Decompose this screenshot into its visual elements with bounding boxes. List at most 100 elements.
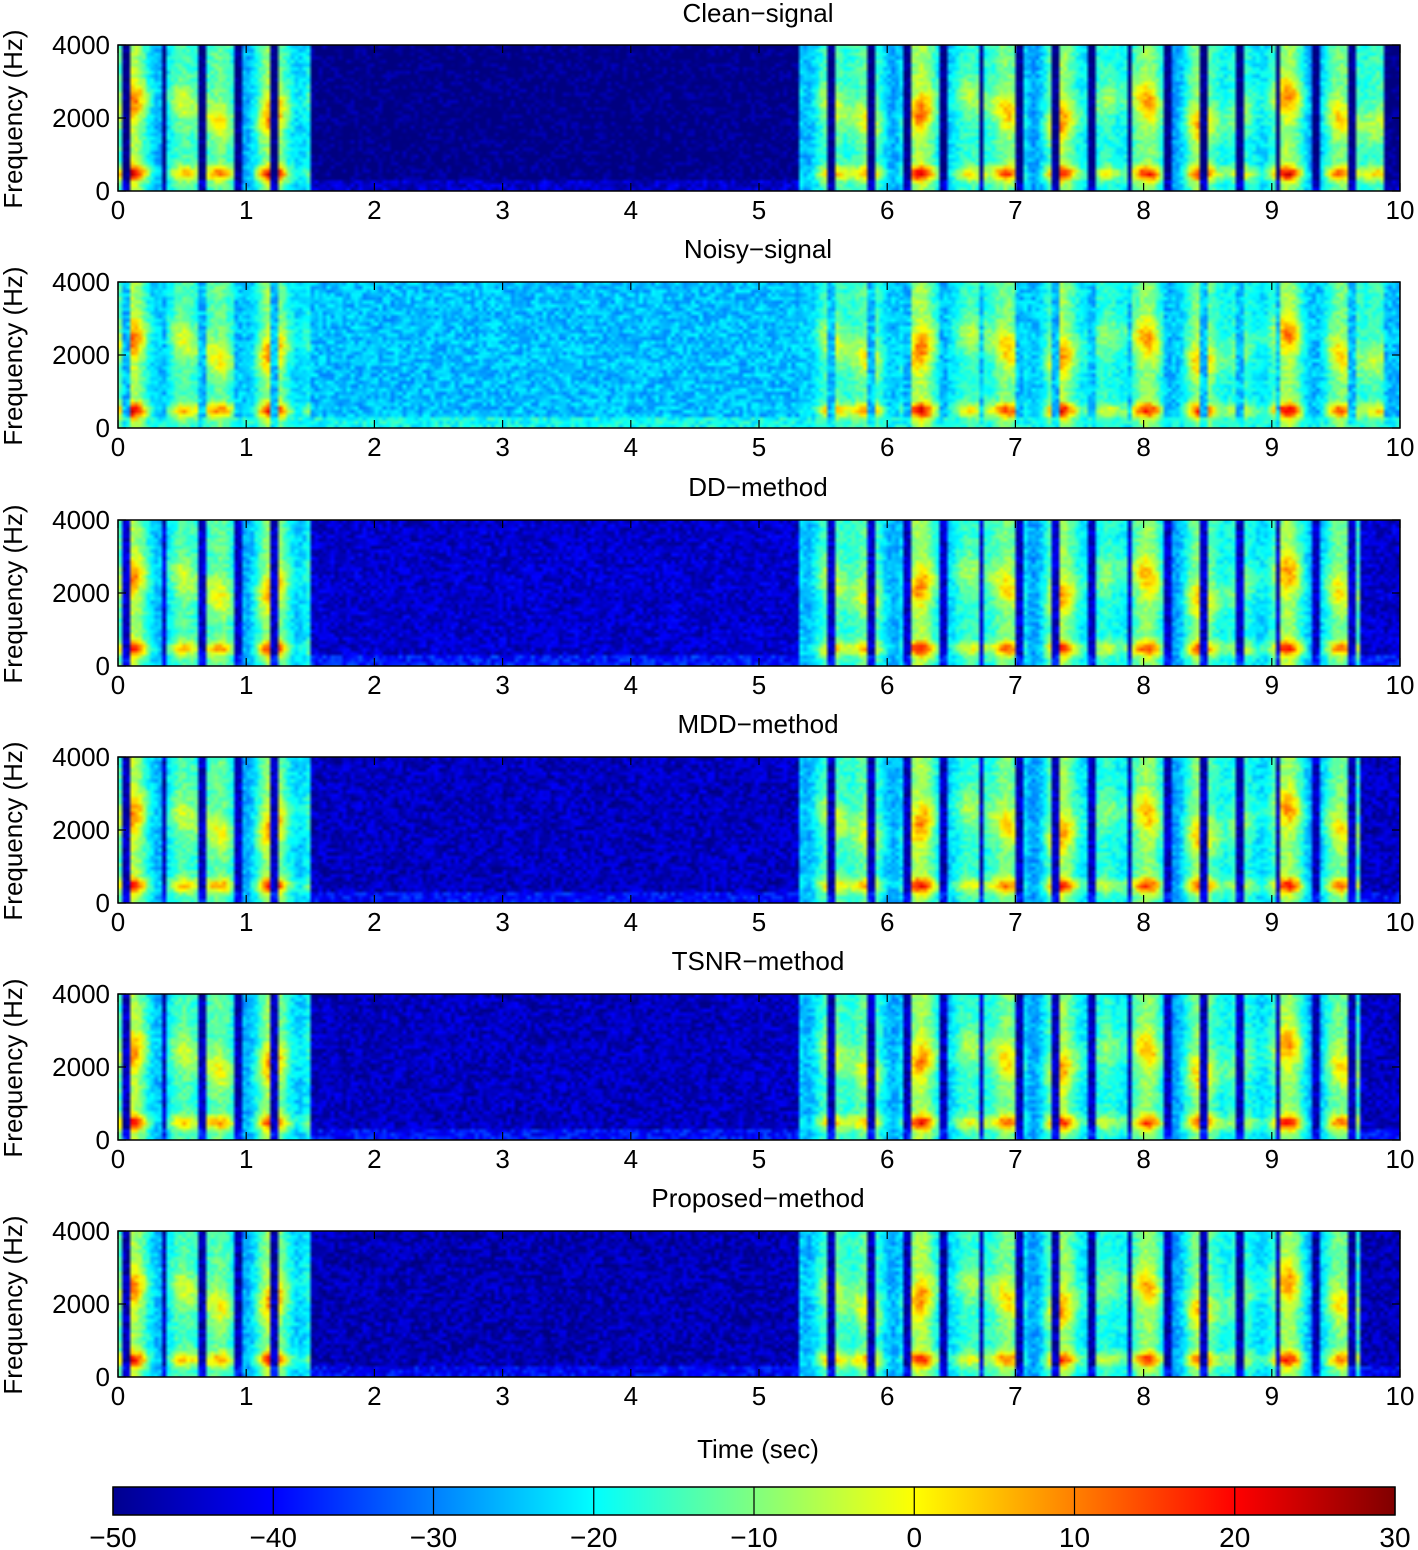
y-tick-label: 2000 [52,103,110,133]
spectrogram-panel-proposed-method: Proposed−method Frequency (Hz) 0 1 2 3 4 5 6 7 8… [0,1183,1414,1464]
x-tick-label: 6 [880,195,894,225]
panel-title: Noisy−signal [684,234,832,264]
x-tick-label: 7 [1008,1381,1022,1411]
spectrogram-panel-clean: Clean−signal Frequency (Hz) 0 1 2 3 4 5 6 7 8 9 10… [0,0,1414,225]
x-tick-label: 8 [1136,195,1150,225]
y-axis-label: Frequency (Hz) [0,504,28,683]
x-tick-label: 10 [1386,1144,1415,1174]
x-tick-label: 4 [624,907,638,937]
spectrogram-image [118,282,1400,428]
x-tick-label: 7 [1008,670,1022,700]
x-tick-label: 3 [495,1144,509,1174]
x-tick-label: 7 [1008,907,1022,937]
x-tick-label: 6 [880,1381,894,1411]
x-tick-label: 5 [752,670,766,700]
spectrogram-image [118,45,1400,191]
x-tick-label: 10 [1386,670,1415,700]
x-tick-label: 0 [111,1144,125,1174]
colorbar-tick-label: 0 [906,1522,922,1550]
spectrogram-panel-dd-method: DD−method Frequency (Hz) 0 1 2 3 4 5 6 7 8 9 10 0 20… [0,472,1414,700]
x-tick-label: 5 [752,907,766,937]
x-tick-label: 8 [1136,1381,1150,1411]
x-tick-label: 4 [624,195,638,225]
x-tick-label: 2 [367,1381,381,1411]
x-tick-label: 4 [624,670,638,700]
y-axis-label: Frequency (Hz) [0,29,28,208]
spectrogram-image [118,994,1400,1140]
x-tick-label: 5 [752,432,766,462]
x-tick-label: 8 [1136,907,1150,937]
x-tick-label: 7 [1008,432,1022,462]
x-tick-label: 9 [1265,432,1279,462]
y-axis-label: Frequency (Hz) [0,1215,28,1394]
spectrogram-panel-noisy: Noisy−signal Frequency (Hz) 0 1 2 3 4 5 6 7 8 9 10… [0,234,1414,462]
y-axis-label: Frequency (Hz) [0,741,28,920]
x-tick-label: 3 [495,1381,509,1411]
y-tick-label: 0 [96,413,110,443]
y-tick-label: 2000 [52,340,110,370]
x-tick-label: 9 [1265,195,1279,225]
y-tick-label: 4000 [52,505,110,535]
colorbar-tick-label: −20 [570,1522,618,1550]
y-tick-label: 4000 [52,979,110,1009]
x-tick-label: 2 [367,432,381,462]
panel-title: Clean−signal [682,0,833,28]
x-tick-label: 8 [1136,432,1150,462]
colorbar: −50 −40 −30 −20 −10 0 10 20 30 [89,1486,1411,1550]
x-tick-label: 5 [752,195,766,225]
panel-title: MDD−method [677,709,838,739]
x-tick-label: 9 [1265,670,1279,700]
colorbar-tick-label: 10 [1059,1522,1090,1550]
spectrogram-image [118,1231,1400,1377]
y-tick-label: 4000 [52,1216,110,1246]
x-tick-label: 5 [752,1144,766,1174]
x-tick-label: 6 [880,670,894,700]
plot-area: 0 1 2 3 4 5 6 7 8 9 10 0 2000 4000 [52,267,1414,462]
x-tick-label: 1 [239,1381,253,1411]
x-tick-label: 2 [367,1144,381,1174]
x-tick-label: 1 [239,432,253,462]
x-tick-label: 5 [752,1381,766,1411]
x-tick-label: 1 [239,1144,253,1174]
plot-area: 0 1 2 3 4 5 6 7 8 9 10 0 2000 4000 [52,742,1414,937]
x-tick-label: 2 [367,670,381,700]
spectrogram-panel-mdd-method: MDD−method Frequency (Hz) 0 1 2 3 4 5 6 7 8 9 10 0 2… [0,709,1414,937]
panel-title: DD−method [688,472,827,502]
y-tick-label: 0 [96,1362,110,1392]
plot-area: 0 1 2 3 4 5 6 7 8 9 10 0 2000 4000 [52,1216,1414,1411]
y-tick-label: 2000 [52,815,110,845]
colorbar-tick-label: −10 [730,1522,778,1550]
x-tick-label: 3 [495,195,509,225]
x-tick-label: 2 [367,195,381,225]
x-tick-label: 9 [1265,907,1279,937]
x-tick-label: 2 [367,907,381,937]
x-tick-label: 7 [1008,195,1022,225]
colorbar-tick-label: −40 [250,1522,298,1550]
x-tick-label: 1 [239,907,253,937]
y-axis-label: Frequency (Hz) [0,266,28,445]
x-tick-label: 0 [111,432,125,462]
y-tick-label: 4000 [52,30,110,60]
plot-area: 0 1 2 3 4 5 6 7 8 9 10 0 2000 4000 [52,30,1414,225]
y-axis-label: Frequency (Hz) [0,978,28,1157]
x-tick-label: 3 [495,907,509,937]
colorbar-tick-label: −50 [89,1522,137,1550]
colorbar-tick-label: 30 [1379,1522,1410,1550]
panel-title: TSNR−method [672,946,845,976]
y-tick-label: 0 [96,176,110,206]
y-tick-label: 0 [96,1125,110,1155]
x-tick-label: 9 [1265,1144,1279,1174]
x-tick-label: 3 [495,432,509,462]
y-tick-label: 0 [96,888,110,918]
x-axis-label: Time (sec) [697,1434,819,1464]
y-tick-label: 4000 [52,267,110,297]
y-tick-label: 2000 [52,578,110,608]
x-tick-label: 10 [1386,1381,1415,1411]
y-tick-label: 2000 [52,1052,110,1082]
y-tick-label: 0 [96,651,110,681]
x-tick-label: 6 [880,1144,894,1174]
panel-title: Proposed−method [651,1183,864,1213]
x-tick-label: 4 [624,1381,638,1411]
x-tick-label: 10 [1386,432,1415,462]
x-tick-label: 7 [1008,1144,1022,1174]
